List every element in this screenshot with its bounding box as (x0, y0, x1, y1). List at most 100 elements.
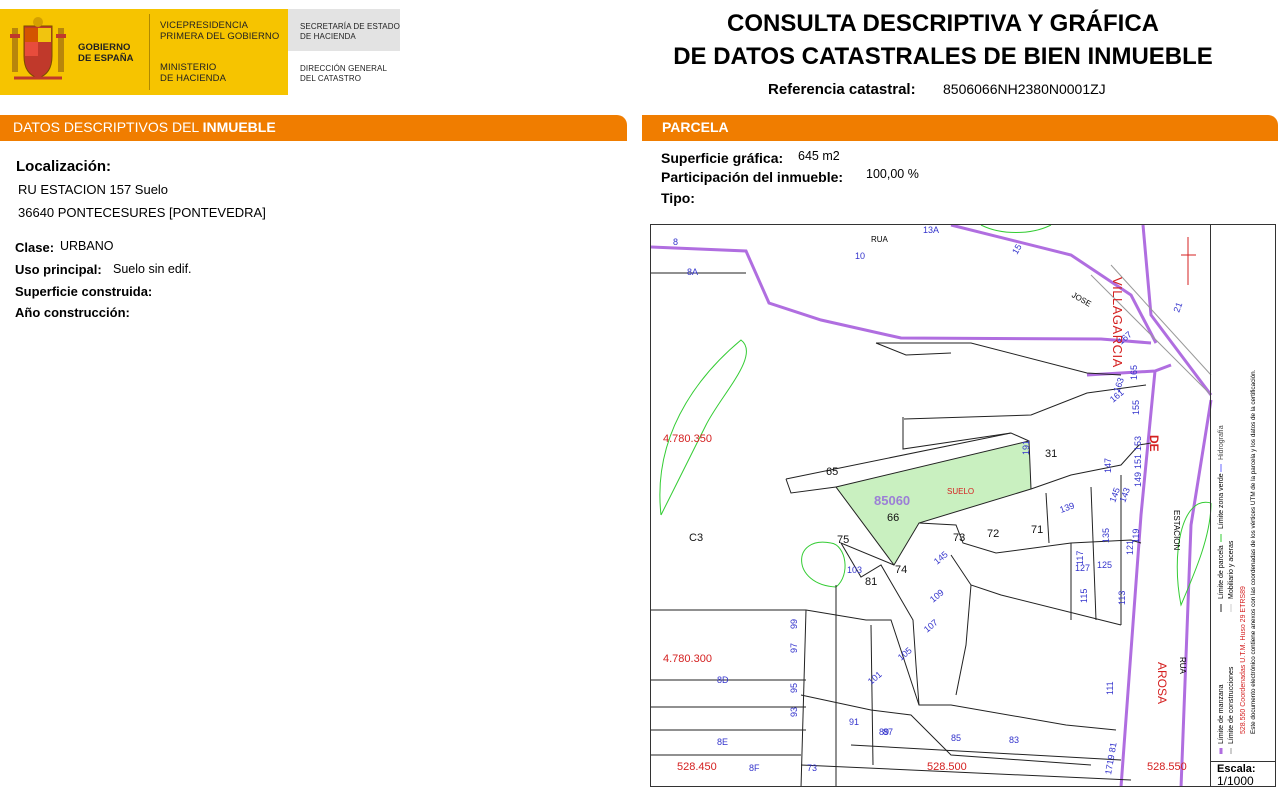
map-label: 73 (953, 532, 965, 544)
map-label: 149 (1133, 472, 1143, 487)
map-label: 119 (1131, 529, 1141, 543)
map-label: 97 (789, 643, 799, 653)
ref-label: Referencia catastral: (768, 81, 916, 98)
legend-item-hidrografia: Hidrografía (1218, 425, 1225, 460)
localizacion-label: Localización: (16, 158, 112, 175)
map-label: 65 (826, 466, 838, 478)
scale-value: 1/1000 (1217, 774, 1254, 788)
map-label: 155 (1131, 400, 1141, 415)
map-label: 107 (922, 617, 940, 634)
coord-x2: 528.500 (927, 761, 967, 773)
legend-item-manzana: Límite de manzana (1218, 684, 1225, 744)
uso-value: Suelo sin edif. (113, 262, 192, 276)
map-label: 21 (1171, 301, 1184, 314)
map-label: 135 (1101, 528, 1111, 543)
coord-ticks (1181, 237, 1196, 285)
map-label: 8F (749, 763, 760, 773)
map-label: 127 (1075, 563, 1090, 573)
map-label: 1719 81 (1103, 742, 1118, 776)
map-label: 73 (807, 763, 817, 773)
parcel-polygon[interactable] (835, 440, 1032, 566)
map-label: 13A (923, 225, 939, 235)
map-label: 139 (1058, 500, 1076, 515)
gov-name-line-1: GOBIERNO (78, 42, 131, 53)
address-line-2: 36640 PONTECESURES [PONTEVEDRA] (18, 205, 266, 220)
direccion-general: DIRECCIÓN GENERAL DEL CATASTRO (300, 64, 387, 84)
participacion-value: 100,00 % (866, 167, 919, 181)
map-legend: Límite de manzana Límite de parcela Lími… (1210, 224, 1276, 762)
map-label: 91 (849, 717, 859, 727)
map-label: 81 (865, 576, 877, 588)
map-label: C3 (689, 532, 703, 544)
coord-x3: 528.550 (1147, 761, 1187, 773)
map-label: 31 (1045, 448, 1057, 460)
logo-divider (149, 14, 150, 90)
sidewalk-lines (1090, 264, 1212, 396)
map-label: 87 (883, 727, 893, 737)
legend-item-zona-verde: Límite zona verde (1218, 473, 1225, 529)
map-label: 15 (1010, 242, 1024, 256)
section-parcela: PARCELA (642, 115, 1278, 139)
parcel-use-label: SUELO (947, 487, 975, 496)
legend-coords-note: 528.550 Coordenadas U.T.M. Huso 29 ETRS8… (1240, 586, 1247, 734)
map-label: 165 (1129, 365, 1139, 380)
map-label: 83 (1009, 735, 1019, 745)
scale-box: Escala: 1/1000 (1210, 761, 1276, 788)
ministerio: MINISTERIO DE HACIENDA (160, 62, 226, 84)
secretaria: SECRETARÍA DE ESTADO DE HACIENDA (300, 22, 400, 42)
vice-line-2: PRIMERA DEL GOBIERNO (160, 31, 280, 42)
map-label: 109 (928, 587, 946, 604)
coord-y1: 4.780.350 (663, 433, 712, 445)
gov-name-line-2: DE ESPAÑA (78, 53, 134, 64)
vice-line-1: VICEPRESIDENCIA (160, 20, 249, 31)
uso-label: Uso principal: (15, 262, 102, 277)
section-underline-2 (642, 139, 1278, 141)
coord-x1: 528.450 (677, 761, 717, 773)
map-label: 8A (687, 267, 698, 277)
coat-of-arms-icon (10, 17, 66, 80)
map-label: 8D (717, 675, 729, 685)
legend-doc-note: Este documento electrónico contiene anex… (1250, 369, 1257, 734)
map-label: 10 (855, 251, 865, 261)
map-label: 105 (896, 645, 914, 662)
map-label: 93 (789, 707, 799, 717)
legend-item-mobiliario: Mobiliario y aceras (1228, 540, 1235, 599)
legend-item-parcela: Límite de parcela (1218, 545, 1225, 599)
map-label: 153 (1133, 436, 1143, 451)
min-line-1: MINISTERIO (160, 62, 217, 73)
street-rua-right: RUA (1178, 657, 1187, 674)
map-label: 74 (895, 564, 907, 576)
gov-name: GOBIERNO DE ESPAÑA (78, 42, 134, 64)
map-label: 75 (837, 534, 849, 546)
dir-line-2: DEL CATASTRO (300, 74, 362, 83)
map-label: 191 (1021, 440, 1031, 455)
map-label: 145 (932, 549, 950, 566)
map-label: 95 (789, 683, 799, 693)
map-label: 71 (1031, 524, 1043, 536)
street-de: DE (1147, 435, 1161, 452)
map-label: 151 (1133, 454, 1143, 469)
map-label: 115 (1079, 589, 1089, 603)
page-title-line-1: CONSULTA DESCRIPTIVA Y GRÁFICA (726, 10, 1160, 37)
address-line-1: RU ESTACION 157 Suelo (18, 182, 169, 197)
map-label: 101 (866, 669, 884, 686)
page-title-line-2: DE DATOS CATASTRALES DE BIEN INMUEBLE (673, 43, 1213, 70)
map-label: 99 (789, 619, 799, 629)
map-label: 113 (1117, 591, 1127, 605)
street-villagarcia: VILLAGARCIA (1110, 277, 1125, 368)
dir-line-1: DIRECCIÓN GENERAL (300, 64, 388, 73)
legend-item-construcciones: Límite de construcciones (1228, 666, 1235, 744)
tipo-label: Tipo: (661, 190, 695, 206)
coord-y2: 4.780.300 (663, 653, 712, 665)
superficie-grafica-label: Superficie gráfica: (661, 150, 784, 166)
clase-value: URBANO (60, 239, 114, 253)
sec-line-2: DE HACIENDA (300, 32, 356, 41)
map-label: 103 (847, 565, 862, 575)
map-label: 147 (1103, 458, 1113, 473)
map-label: 111 (1105, 681, 1115, 695)
street-estacion: ESTACION (1172, 510, 1181, 551)
sec-line-1: SECRETARÍA DE ESTADO (300, 22, 400, 31)
parcel-ref-label: 85060 (874, 493, 911, 508)
section-datos-descriptivos: DATOS DESCRIPTIVOS DEL INMUEBLE (0, 115, 627, 139)
cadastral-map[interactable]: 8 8A 10 13A 15 21 167 165 163 161 155 153 151 149 191 3… (650, 224, 1276, 787)
